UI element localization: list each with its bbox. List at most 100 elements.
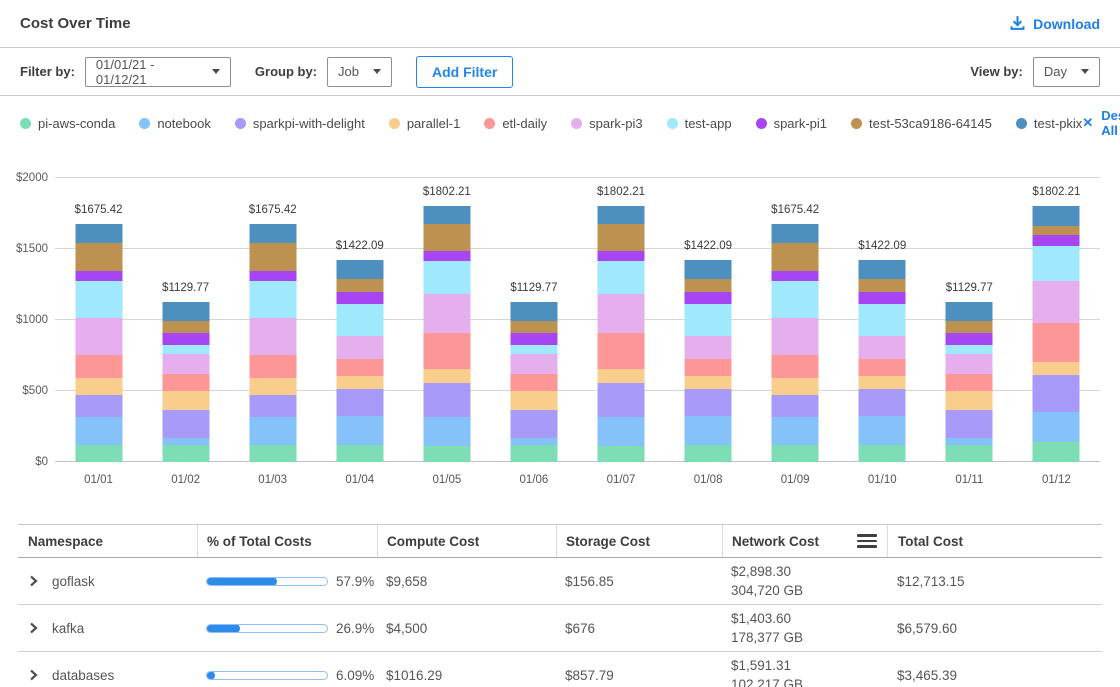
bar-segment-sparkpi-with-delight[interactable] <box>859 389 906 416</box>
bar-segment-pi-aws-conda[interactable] <box>249 445 296 462</box>
bar-segment-test-53ca9186-64145[interactable] <box>946 321 993 334</box>
legend-item-pi-aws-conda[interactable]: pi-aws-conda <box>20 116 115 131</box>
bar-segment-parallel-1[interactable] <box>162 391 209 410</box>
add-filter-button[interactable]: Add Filter <box>416 56 513 88</box>
column-menu-icon[interactable] <box>857 534 877 548</box>
bar-segment-etl-daily[interactable] <box>75 355 122 378</box>
bar-segment-test-app[interactable] <box>1033 246 1080 281</box>
bar-segment-test-pkix[interactable] <box>423 206 470 224</box>
bar-segment-sparkpi-with-delight[interactable] <box>75 395 122 417</box>
download-button[interactable]: Download <box>1009 14 1100 34</box>
bar-segment-test-53ca9186-64145[interactable] <box>336 279 383 292</box>
bar-segment-parallel-1[interactable] <box>859 376 906 389</box>
namespace-expand-databases[interactable]: databases <box>18 668 197 683</box>
bar-segment-spark-pi1[interactable] <box>859 292 906 304</box>
bar-segment-test-app[interactable] <box>685 304 732 336</box>
bar-segment-test-53ca9186-64145[interactable] <box>423 224 470 251</box>
bar-segment-test-pkix[interactable] <box>336 260 383 279</box>
bar-segment-test-53ca9186-64145[interactable] <box>249 243 296 271</box>
legend-item-etl-daily[interactable]: etl-daily <box>484 116 547 131</box>
bar-segment-test-pkix[interactable] <box>598 206 645 224</box>
legend-item-test-app[interactable]: test-app <box>667 116 732 131</box>
group-by-select[interactable]: Job <box>327 57 392 87</box>
bar-segment-pi-aws-conda[interactable] <box>1033 442 1080 462</box>
bar-segment-spark-pi1[interactable] <box>946 333 993 345</box>
bar-segment-etl-daily[interactable] <box>423 333 470 370</box>
bar-segment-spark-pi1[interactable] <box>772 271 819 281</box>
bar-segment-spark-pi3[interactable] <box>249 318 296 356</box>
bar-segment-notebook[interactable] <box>946 438 993 445</box>
legend-item-test-pkix[interactable]: test-pkix <box>1016 116 1082 131</box>
bar-segment-pi-aws-conda[interactable] <box>772 445 819 462</box>
legend-item-notebook[interactable]: notebook <box>139 116 211 131</box>
bar-segment-etl-daily[interactable] <box>249 355 296 378</box>
date-range-select[interactable]: 01/01/21 - 01/12/21 <box>85 57 231 87</box>
bar-segment-spark-pi3[interactable] <box>75 318 122 356</box>
bar-segment-sparkpi-with-delight[interactable] <box>598 383 645 417</box>
deselect-all-button[interactable]: ✕ Deselect All <box>1082 108 1120 138</box>
bar-segment-spark-pi3[interactable] <box>1033 281 1080 323</box>
bar-segment-test-app[interactable] <box>946 345 993 354</box>
bar-segment-etl-daily[interactable] <box>1033 323 1080 362</box>
bar-segment-spark-pi3[interactable] <box>772 318 819 356</box>
bar-segment-parallel-1[interactable] <box>510 391 557 410</box>
legend-item-spark-pi1[interactable]: spark-pi1 <box>756 116 827 131</box>
bar-segment-etl-daily[interactable] <box>859 359 906 376</box>
bar-segment-spark-pi1[interactable] <box>685 292 732 304</box>
bar-segment-etl-daily[interactable] <box>336 359 383 376</box>
bar-segment-test-app[interactable] <box>859 304 906 336</box>
bar-segment-test-pkix[interactable] <box>859 260 906 279</box>
bar-segment-test-app[interactable] <box>75 281 122 318</box>
bar-segment-test-53ca9186-64145[interactable] <box>598 224 645 251</box>
namespace-expand-kafka[interactable]: kafka <box>18 621 197 636</box>
bar-segment-test-app[interactable] <box>162 345 209 354</box>
bar-segment-spark-pi1[interactable] <box>162 333 209 345</box>
bar-segment-test-app[interactable] <box>510 345 557 354</box>
bar-segment-etl-daily[interactable] <box>946 374 993 391</box>
bar-segment-spark-pi3[interactable] <box>162 354 209 374</box>
bar-segment-notebook[interactable] <box>685 416 732 445</box>
legend-item-spark-pi3[interactable]: spark-pi3 <box>571 116 642 131</box>
bar-segment-test-app[interactable] <box>598 261 645 294</box>
bar-segment-sparkpi-with-delight[interactable] <box>249 395 296 417</box>
bar-segment-spark-pi3[interactable] <box>423 294 470 332</box>
bar-segment-parallel-1[interactable] <box>685 376 732 389</box>
bar-segment-sparkpi-with-delight[interactable] <box>423 383 470 417</box>
bar-segment-parallel-1[interactable] <box>1033 362 1080 376</box>
legend-item-parallel-1[interactable]: parallel-1 <box>389 116 460 131</box>
bar-segment-parallel-1[interactable] <box>336 376 383 389</box>
bar-segment-notebook[interactable] <box>423 417 470 446</box>
bar-segment-sparkpi-with-delight[interactable] <box>1033 375 1080 412</box>
bar-segment-pi-aws-conda[interactable] <box>162 445 209 462</box>
bar-segment-notebook[interactable] <box>75 417 122 445</box>
bar-segment-parallel-1[interactable] <box>423 369 470 382</box>
bar-segment-test-app[interactable] <box>423 261 470 294</box>
bar-segment-notebook[interactable] <box>510 438 557 445</box>
bar-segment-sparkpi-with-delight[interactable] <box>946 410 993 437</box>
bar-segment-test-app[interactable] <box>772 281 819 318</box>
bar-segment-test-53ca9186-64145[interactable] <box>685 279 732 292</box>
bar-segment-spark-pi3[interactable] <box>859 336 906 359</box>
bar-segment-test-pkix[interactable] <box>249 224 296 243</box>
bar-segment-test-pkix[interactable] <box>510 302 557 321</box>
legend-item-sparkpi-with-delight[interactable]: sparkpi-with-delight <box>235 116 365 131</box>
bar-segment-spark-pi1[interactable] <box>336 292 383 304</box>
bar-segment-pi-aws-conda[interactable] <box>946 445 993 462</box>
bar-segment-test-53ca9186-64145[interactable] <box>1033 226 1080 235</box>
bar-segment-test-pkix[interactable] <box>772 224 819 243</box>
bar-segment-spark-pi3[interactable] <box>336 336 383 359</box>
bar-segment-test-53ca9186-64145[interactable] <box>510 321 557 334</box>
bar-segment-test-pkix[interactable] <box>685 260 732 279</box>
bar-segment-etl-daily[interactable] <box>510 374 557 391</box>
bar-segment-spark-pi3[interactable] <box>598 294 645 332</box>
bar-segment-spark-pi3[interactable] <box>946 354 993 374</box>
bar-segment-etl-daily[interactable] <box>685 359 732 376</box>
bar-segment-test-app[interactable] <box>336 304 383 336</box>
bar-segment-test-53ca9186-64145[interactable] <box>772 243 819 271</box>
bar-segment-spark-pi1[interactable] <box>249 271 296 281</box>
bar-segment-test-app[interactable] <box>249 281 296 318</box>
bar-segment-notebook[interactable] <box>1033 412 1080 443</box>
view-by-select[interactable]: Day <box>1033 57 1100 87</box>
bar-segment-test-53ca9186-64145[interactable] <box>859 279 906 292</box>
bar-segment-spark-pi3[interactable] <box>685 336 732 359</box>
